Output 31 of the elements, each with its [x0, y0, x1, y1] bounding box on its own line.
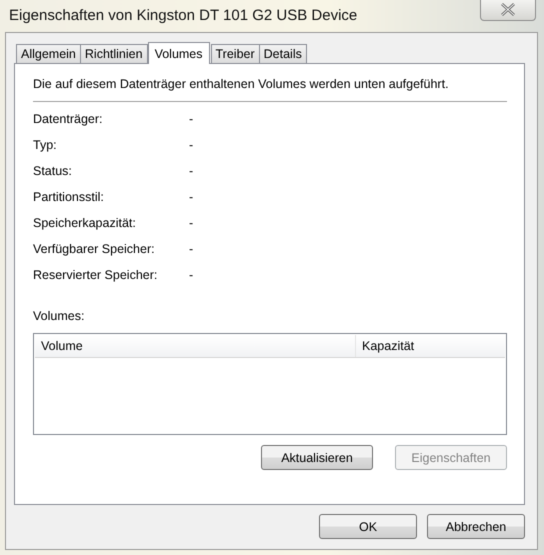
tab[interactable]: Details [258, 44, 307, 63]
property-value: - [189, 190, 194, 204]
property-value: - [189, 216, 194, 230]
property-value: - [189, 112, 194, 126]
dialog-button[interactable]: Abbrechen [427, 514, 525, 539]
dialog-button[interactable]: OK [319, 514, 417, 539]
close-button[interactable] [480, 0, 536, 21]
column-header[interactable]: Kapazität [356, 335, 505, 357]
column-header[interactable]: Volume [35, 335, 356, 357]
volumes-label: Volumes: [33, 309, 86, 325]
property-label: Verfügbarer Speicher: [33, 242, 156, 256]
tab[interactable]: Richtlinien [80, 44, 148, 63]
volumes-list[interactable]: Volume Kapazität [33, 333, 507, 435]
window-title: Eigenschaften von Kingston DT 101 G2 USB Device [9, 6, 358, 24]
property-value: - [189, 242, 194, 256]
tab[interactable]: Volumes [148, 42, 210, 64]
dialog-button: Eigenschaften [395, 445, 507, 470]
tab[interactable]: Allgemein [16, 44, 81, 63]
property-value: - [189, 268, 194, 282]
property-label: Typ: [33, 138, 58, 152]
property-label: Datenträger: [33, 112, 104, 126]
description-text: Die auf diesem Datenträger enthaltenen Volumes werden unten aufgeführt. [33, 76, 450, 93]
property-label: Partitionsstil: [33, 190, 105, 204]
property-value: - [189, 138, 194, 152]
dialog-button[interactable]: Aktualisieren [261, 445, 373, 470]
property-value: - [189, 164, 194, 178]
close-icon [500, 3, 516, 16]
property-label: Reservierter Speicher: [33, 268, 158, 282]
property-label: Status: [33, 164, 73, 178]
property-label: Speicherkapazität: [33, 216, 137, 230]
tab[interactable]: Treiber [210, 44, 260, 63]
